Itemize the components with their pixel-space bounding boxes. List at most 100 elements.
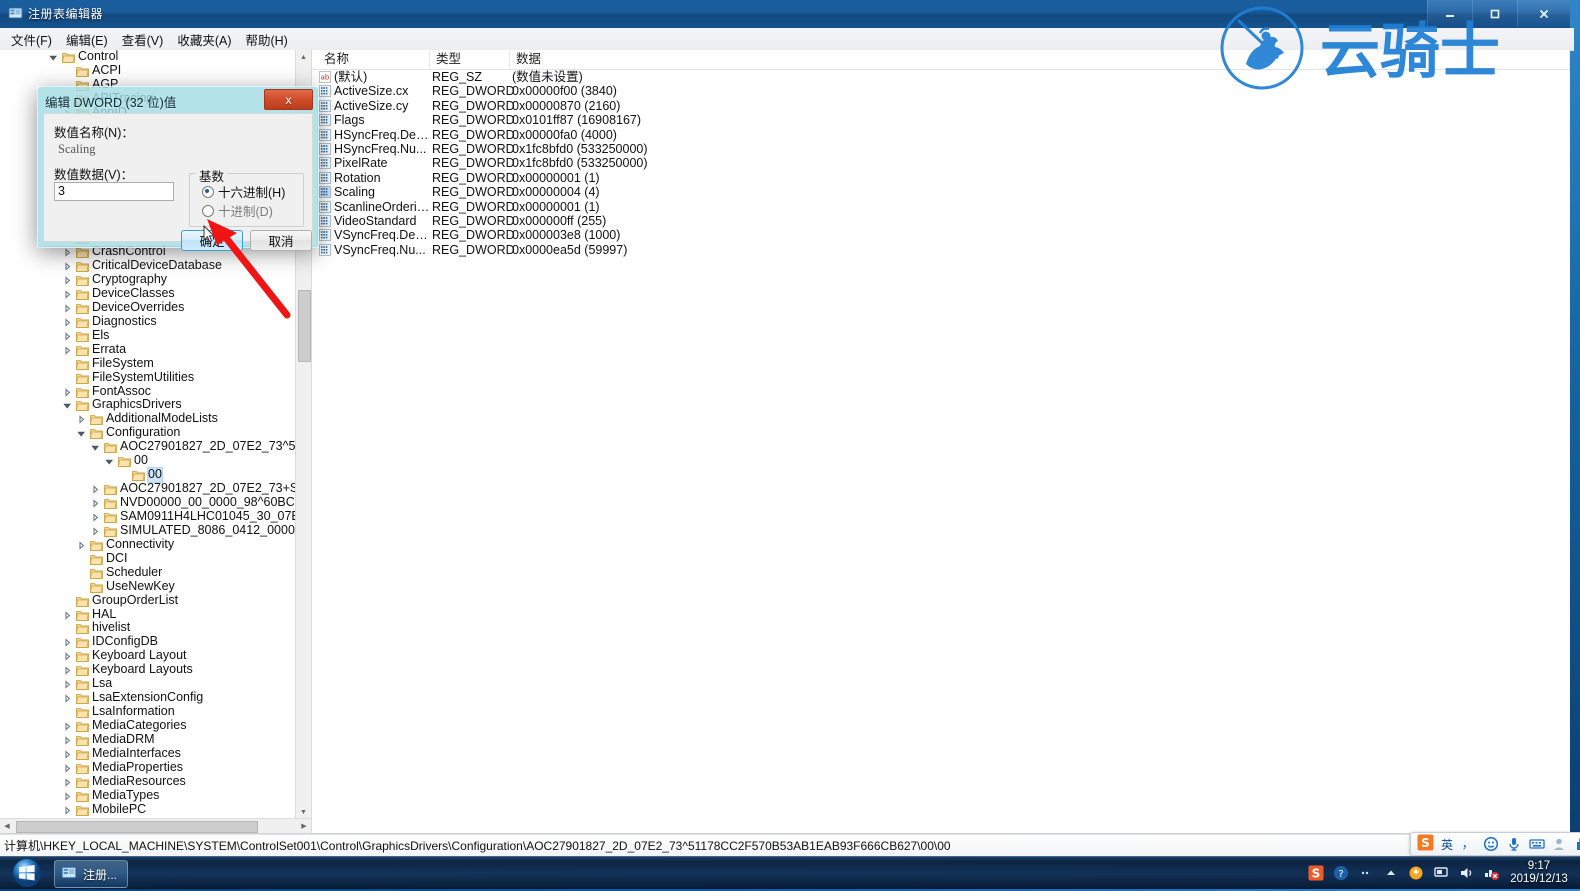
expand-triangle-icon[interactable]	[62, 775, 72, 788]
tree-node[interactable]: Control	[0, 50, 311, 64]
volume-icon[interactable]	[1458, 865, 1474, 881]
expand-triangle-icon[interactable]	[62, 691, 72, 704]
show-hidden-icons-icon[interactable]	[1383, 865, 1399, 881]
dialog-close-button[interactable]: x	[264, 89, 313, 110]
collapse-triangle-icon[interactable]	[90, 440, 100, 453]
expand-triangle-icon[interactable]	[62, 385, 72, 398]
tree-node[interactable]: FileSystemUtilities	[0, 370, 311, 385]
expand-triangle-icon[interactable]	[90, 510, 100, 523]
tree-node[interactable]: NVD00000_00_0000_98^60BCFCB114A	[0, 495, 311, 510]
expand-triangle-icon[interactable]	[62, 315, 72, 328]
expand-triangle-icon[interactable]	[62, 733, 72, 746]
table-row[interactable]: Rotation REG_DWORD 0x00000001 (1)	[312, 171, 1570, 185]
table-row[interactable]: Scaling REG_DWORD 0x00000004 (4)	[312, 185, 1570, 199]
minimize-button[interactable]	[1427, 0, 1472, 27]
scroll-left-arrow-icon[interactable]: ◀	[0, 819, 14, 833]
table-row[interactable]: PixelRate REG_DWORD 0x1fc8bfd0 (533250000)	[312, 156, 1570, 170]
values-list-rows[interactable]: ab (默认) REG_SZ (数值未设置) ActiveSize.cx REG_DWOR…	[312, 70, 1570, 257]
expand-triangle-icon[interactable]	[62, 329, 72, 342]
expand-triangle-icon[interactable]	[90, 496, 100, 509]
expand-triangle-icon[interactable]	[62, 343, 72, 356]
expand-triangle-icon[interactable]	[62, 635, 72, 648]
taskbar-clock[interactable]: 9:17 2019/12/13	[1508, 860, 1570, 886]
tree-node[interactable]: MediaCategories	[0, 718, 311, 733]
comma-icon[interactable]: ，	[1460, 836, 1476, 852]
column-type[interactable]: 类型	[430, 50, 510, 69]
collapse-triangle-icon[interactable]	[62, 398, 72, 411]
collapse-triangle-icon[interactable]	[48, 50, 58, 63]
expand-triangle-icon[interactable]	[62, 761, 72, 774]
menu-favorites[interactable]: 收藏夹(A)	[170, 28, 238, 51]
tree-scrollbar-thumb[interactable]	[298, 290, 311, 362]
expand-triangle-icon[interactable]	[62, 663, 72, 676]
tree-node[interactable]: MediaResources	[0, 774, 311, 789]
expand-triangle-icon[interactable]	[62, 719, 72, 732]
tree-node[interactable]: MediaDRM	[0, 732, 311, 747]
ok-button[interactable]: 确定	[181, 230, 243, 251]
scroll-up-arrow-icon[interactable]: ▲	[296, 50, 311, 65]
expand-triangle-icon[interactable]	[62, 677, 72, 690]
cancel-button[interactable]: 取消	[250, 230, 312, 251]
radio-decimal[interactable]: 十进制(D)	[202, 201, 273, 220]
scroll-right-arrow-icon[interactable]: ▶	[297, 819, 311, 833]
tree-node[interactable]: SIMULATED_8086_0412_00000000_000	[0, 523, 311, 538]
help-tray-icon[interactable]: ?	[1333, 865, 1349, 881]
tree-node[interactable]: Errata	[0, 342, 311, 357]
expand-triangle-icon[interactable]	[90, 482, 100, 495]
tree-node[interactable]: LsaExtensionConfig	[0, 690, 311, 705]
menu-file[interactable]: 文件(F)	[4, 28, 59, 51]
tree-node[interactable]: FontAssoc	[0, 384, 311, 399]
radio-hexadecimal[interactable]: 十六进制(H)	[202, 182, 285, 201]
tree-node[interactable]: FileSystem	[0, 356, 311, 371]
tree-node[interactable]: MobilePC	[0, 802, 311, 817]
expand-triangle-icon[interactable]	[62, 803, 72, 816]
expand-triangle-icon[interactable]	[62, 259, 72, 272]
tree-node[interactable]: DeviceOverrides	[0, 300, 311, 315]
tree-node[interactable]: MediaTypes	[0, 788, 311, 803]
expand-triangle-icon[interactable]	[90, 524, 100, 537]
collapse-triangle-icon[interactable]	[104, 454, 114, 467]
keyboard-icon[interactable]	[1529, 836, 1545, 852]
sogou-tray-icon[interactable]: S	[1308, 865, 1324, 881]
table-row[interactable]: HSyncFreq.Den... REG_DWORD 0x00000fa0 (400…	[312, 128, 1570, 142]
expand-triangle-icon[interactable]	[62, 273, 72, 286]
tree-node[interactable]: ACPI	[0, 63, 311, 78]
expand-triangle-icon[interactable]	[62, 301, 72, 314]
tree-node[interactable]: Cryptography	[0, 272, 311, 287]
network-icon[interactable]	[1483, 865, 1499, 881]
tree-node[interactable]: UseNewKey	[0, 579, 311, 594]
user-icon[interactable]	[1552, 836, 1568, 852]
table-row[interactable]: ActiveSize.cx REG_DWORD 0x00000f00 (3840)	[312, 84, 1570, 98]
column-name[interactable]: 名称	[318, 50, 430, 69]
tree-node[interactable]: LsaInformation	[0, 704, 311, 719]
tree-node[interactable]: Configuration	[0, 425, 311, 440]
edit-dword-dialog[interactable]: 编辑 DWORD (32 位)值 x 数值名称(N)： Scaling 数值数据…	[37, 86, 319, 251]
tree-node[interactable]: AOC27901827_2D_07E2_73^51178CC2	[0, 439, 311, 454]
tree-node[interactable]: hivelist	[0, 620, 311, 635]
toolbox-icon[interactable]	[1575, 836, 1580, 852]
expand-triangle-icon[interactable]	[76, 412, 86, 425]
value-data-input[interactable]: 3	[54, 182, 174, 201]
start-button[interactable]	[4, 858, 50, 888]
table-row[interactable]: ScanlineOrdering REG_DWORD 0x00000001 (1)	[312, 200, 1570, 214]
table-row[interactable]: VSyncFreq.Nu... REG_DWORD 0x0000ea5d (5999…	[312, 243, 1570, 257]
tree-hscrollbar-thumb[interactable]	[16, 821, 258, 833]
close-button[interactable]	[1517, 0, 1570, 27]
registry-values-pane[interactable]: 名称 类型 数据 ab (默认) REG_SZ (数值未设置) ActiveSize.cx R…	[312, 50, 1570, 833]
tree-node[interactable]: DCI	[0, 551, 311, 566]
sogou-logo-icon[interactable]: S	[1417, 834, 1434, 854]
tree-node[interactable]: Lsa	[0, 676, 311, 691]
tree-node[interactable]: Keyboard Layout	[0, 648, 311, 663]
table-row[interactable]: VideoStandard REG_DWORD 0x000000ff (255)	[312, 214, 1570, 228]
tree-node[interactable]: Keyboard Layouts	[0, 662, 311, 677]
tree-node[interactable]: MediaInterfaces	[0, 746, 311, 761]
tree-node[interactable]: HAL	[0, 607, 311, 622]
tree-node[interactable]: MediaProperties	[0, 760, 311, 775]
tree-node[interactable]: GraphicsDrivers	[0, 397, 311, 412]
tree-node[interactable]: GroupOrderList	[0, 593, 311, 608]
expand-triangle-icon[interactable]	[62, 649, 72, 662]
menu-edit[interactable]: 编辑(E)	[59, 28, 115, 51]
ime-mode-label[interactable]: 英	[1441, 836, 1453, 853]
expand-triangle-icon[interactable]	[62, 608, 72, 621]
menu-help[interactable]: 帮助(H)	[238, 28, 294, 51]
